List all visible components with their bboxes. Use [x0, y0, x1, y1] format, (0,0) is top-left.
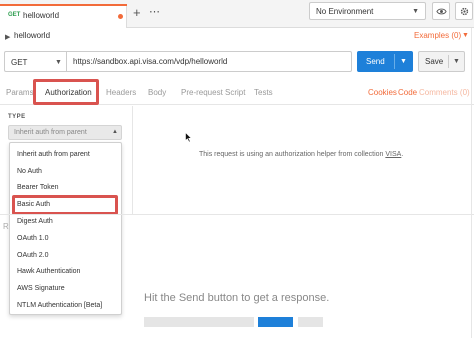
auth-type-dropdown: Inherit auth from parent No Auth Bearer …	[9, 142, 122, 315]
chevron-down-icon: ▼	[462, 32, 469, 39]
method-select[interactable]: GET ▼	[4, 51, 66, 72]
auth-option-hawk[interactable]: Hawk Authentication	[17, 268, 80, 275]
auth-type-value: Inherit auth from parent	[14, 129, 87, 136]
url-input[interactable]	[66, 51, 352, 72]
response-illustration-bar	[144, 317, 254, 327]
auth-helper-message: This request is using an authorization h…	[199, 151, 386, 158]
environment-quick-look-button[interactable]	[432, 2, 450, 20]
cookies-link[interactable]: Cookies	[368, 88, 397, 97]
auth-helper-text: This request is using an authorization h…	[199, 151, 403, 158]
collection-link[interactable]: VISA	[385, 151, 401, 158]
auth-option-no-auth[interactable]: No Auth	[17, 168, 42, 175]
request-name: helloworld	[14, 31, 51, 40]
comments-link[interactable]: Comments (0)	[419, 88, 470, 97]
tab-title: helloworld	[23, 11, 60, 20]
window-right-border	[471, 28, 472, 338]
response-label: R	[3, 222, 9, 231]
save-divider	[448, 55, 449, 68]
tab-bar: GET helloworld + ⋯ No Environment ▼	[0, 0, 474, 28]
chevron-down-icon: ▼	[55, 59, 62, 66]
chevron-right-icon[interactable]: ▶	[5, 33, 10, 41]
request-name-row: ▶ helloworld Examples (0) ▼	[0, 28, 474, 46]
auth-option-inherit[interactable]: Inherit auth from parent	[17, 151, 90, 158]
gear-icon	[460, 7, 469, 16]
tab-tests[interactable]: Tests	[254, 88, 273, 97]
chevron-down-icon[interactable]: ▼	[453, 58, 460, 65]
response-illustration-bar	[298, 317, 323, 327]
method-label: GET	[11, 58, 28, 67]
auth-type-select[interactable]: Inherit auth from parent ▲	[8, 125, 122, 140]
examples-dropdown[interactable]: Examples (0)	[414, 31, 461, 40]
tab-method-badge: GET	[8, 12, 21, 18]
auth-option-oauth2[interactable]: OAuth 2.0	[17, 252, 49, 259]
tab-active-indicator	[0, 4, 127, 6]
basic-auth-highlight	[12, 195, 118, 215]
tab-headers[interactable]: Headers	[106, 88, 136, 97]
send-divider	[394, 54, 395, 69]
response-empty-message: Hit the Send button to get a response.	[144, 292, 330, 304]
auth-helper-end: .	[401, 151, 404, 158]
type-label: TYPE	[8, 114, 26, 120]
save-button[interactable]: Save ▼	[418, 51, 465, 72]
auth-option-bearer-token[interactable]: Bearer Token	[17, 184, 59, 191]
chevron-down-icon[interactable]: ▼	[400, 58, 407, 65]
auth-panel-divider	[132, 106, 133, 214]
auth-option-aws-signature[interactable]: AWS Signature	[17, 285, 65, 292]
manage-environments-button[interactable]	[455, 2, 473, 20]
environment-select[interactable]: No Environment ▼	[309, 2, 426, 20]
tab-pre-request-script[interactable]: Pre-request Script	[181, 88, 245, 97]
tab-body[interactable]: Body	[148, 88, 166, 97]
code-link[interactable]: Code	[398, 88, 417, 97]
new-tab-button[interactable]: +	[133, 6, 141, 19]
send-label: Send	[366, 57, 385, 66]
response-divider	[0, 214, 474, 215]
save-label: Save	[425, 57, 444, 66]
auth-option-ntlm[interactable]: NTLM Authentication [Beta]	[17, 302, 102, 309]
response-illustration-send	[258, 317, 293, 327]
auth-option-digest-auth[interactable]: Digest Auth	[17, 218, 53, 225]
more-tabs-button[interactable]: ⋯	[149, 7, 160, 18]
authorization-tab-highlight	[33, 79, 99, 105]
chevron-up-icon: ▲	[112, 129, 118, 135]
request-tab-helloworld[interactable]: GET helloworld	[0, 4, 127, 28]
tab-params[interactable]: Params	[6, 88, 34, 97]
send-button[interactable]: Send ▼	[357, 51, 413, 72]
eye-icon	[436, 8, 447, 15]
environment-label: No Environment	[316, 7, 374, 16]
unsaved-dot-icon	[118, 14, 123, 19]
chevron-down-icon: ▼	[412, 8, 419, 15]
cursor-icon	[185, 132, 192, 143]
auth-option-oauth1[interactable]: OAuth 1.0	[17, 235, 49, 242]
